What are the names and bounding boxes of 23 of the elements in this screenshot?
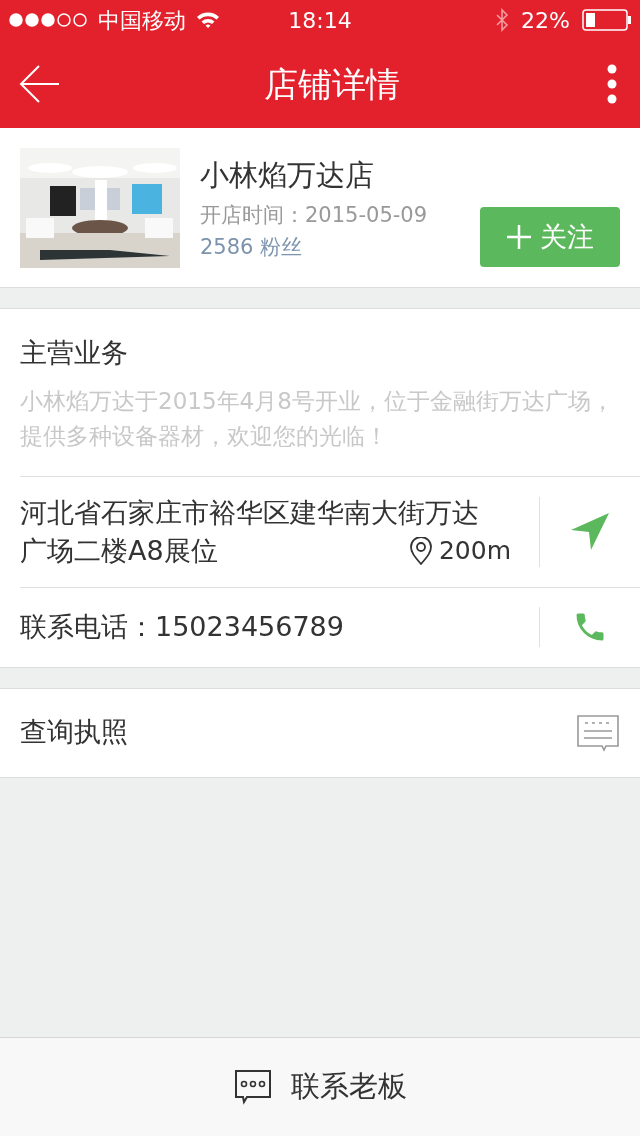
contact-owner-button[interactable]: 联系老板 <box>0 1037 640 1136</box>
distance: 200m <box>438 534 511 567</box>
fans-count: 2586 粉丝 <box>200 233 304 261</box>
chat-icon <box>233 1069 273 1105</box>
bluetooth-icon <box>495 8 510 32</box>
keyboard-icon <box>576 713 620 752</box>
location-pin-icon <box>408 536 433 565</box>
contact-phone: 联系电话：15023456789 <box>20 609 345 644</box>
wifi-icon <box>196 11 220 29</box>
carrier-name: 中国移动 <box>98 6 186 35</box>
battery-icon <box>582 9 632 31</box>
page-title: 店铺详情 <box>264 62 400 106</box>
section-title: 主营业务 <box>20 336 129 370</box>
clock-time: 18:14 <box>288 6 352 35</box>
store-address: 广场二楼A8展位 <box>20 533 218 568</box>
navigation-arrow-icon <box>570 511 610 552</box>
store-name: 小林焰万达店 <box>200 157 375 194</box>
opening-date: 开店时间：2015-05-09 <box>200 202 429 229</box>
battery-percent: 22% <box>521 6 570 35</box>
license-row[interactable]: 查询执照 <box>0 687 640 778</box>
store-address: 河北省石家庄市裕华区建华南大街万达 <box>20 495 480 530</box>
signal-icon <box>8 12 88 28</box>
plus-icon <box>506 224 532 250</box>
